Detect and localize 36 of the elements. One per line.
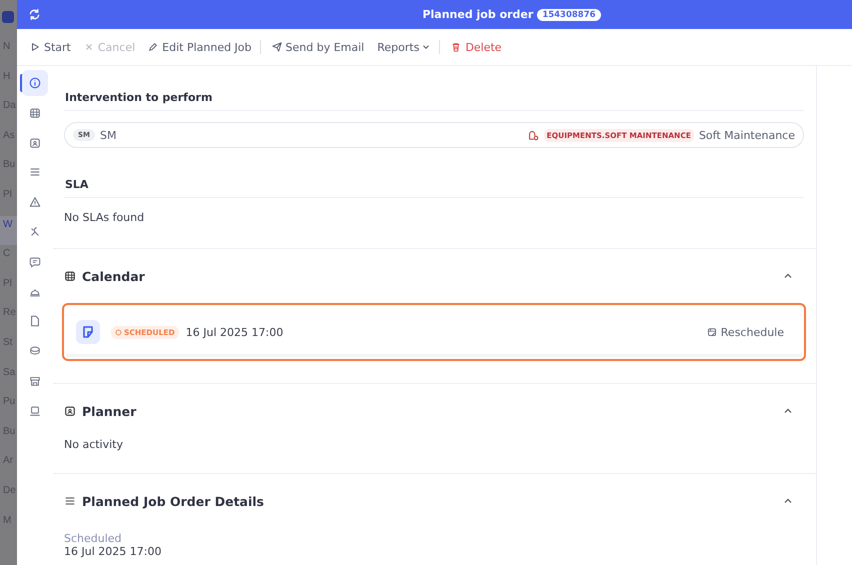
empty-message: No SLAs found — [64, 211, 146, 224]
section-title: Planned Job Order Details — [82, 494, 266, 508]
field-value: 16 Jul 2025 17:00 — [64, 545, 162, 558]
delete-button[interactable]: Delete — [448, 40, 511, 54]
calendar-icon — [64, 270, 76, 282]
section-title: Planner — [82, 404, 138, 418]
circle-icon — [115, 328, 122, 336]
trash-icon — [451, 42, 462, 52]
edit-button[interactable]: Edit Planned Job — [145, 40, 261, 54]
intervention-name: SM — [100, 128, 116, 142]
section-title: Calendar — [82, 268, 146, 284]
empty-message: No activity — [64, 438, 124, 451]
email-button[interactable]: Send by Email — [268, 40, 374, 54]
note-icon — [76, 320, 100, 344]
play-icon — [30, 42, 40, 52]
close-icon — [84, 42, 94, 52]
section-title: Intervention to perform — [64, 91, 214, 104]
info-tab-icon[interactable] — [22, 70, 48, 96]
paper-plane-icon — [272, 42, 282, 52]
scheduled-date: 16 Jul 2025 17:00 — [186, 326, 284, 338]
calendar-edit-icon — [706, 327, 717, 337]
pencil-icon — [148, 42, 158, 52]
planner-icon — [64, 405, 76, 417]
list-icon — [64, 495, 76, 507]
reschedule-button[interactable]: Reschedule — [706, 326, 784, 338]
nav-item[interactable]: W — [0, 216, 17, 246]
start-button[interactable]: Start — [27, 40, 80, 54]
order-number-badge: 154308876 — [537, 8, 601, 20]
refresh-icon[interactable] — [28, 8, 41, 21]
field-label: Scheduled — [64, 532, 123, 545]
equipment-icon — [526, 129, 539, 141]
app-logo-icon — [2, 11, 14, 23]
window-title: Planned job order — [422, 8, 534, 21]
section-title: SLA — [64, 178, 90, 191]
category-name: Soft Maintenance — [698, 128, 795, 142]
reports-button[interactable]: Reports — [374, 40, 440, 54]
